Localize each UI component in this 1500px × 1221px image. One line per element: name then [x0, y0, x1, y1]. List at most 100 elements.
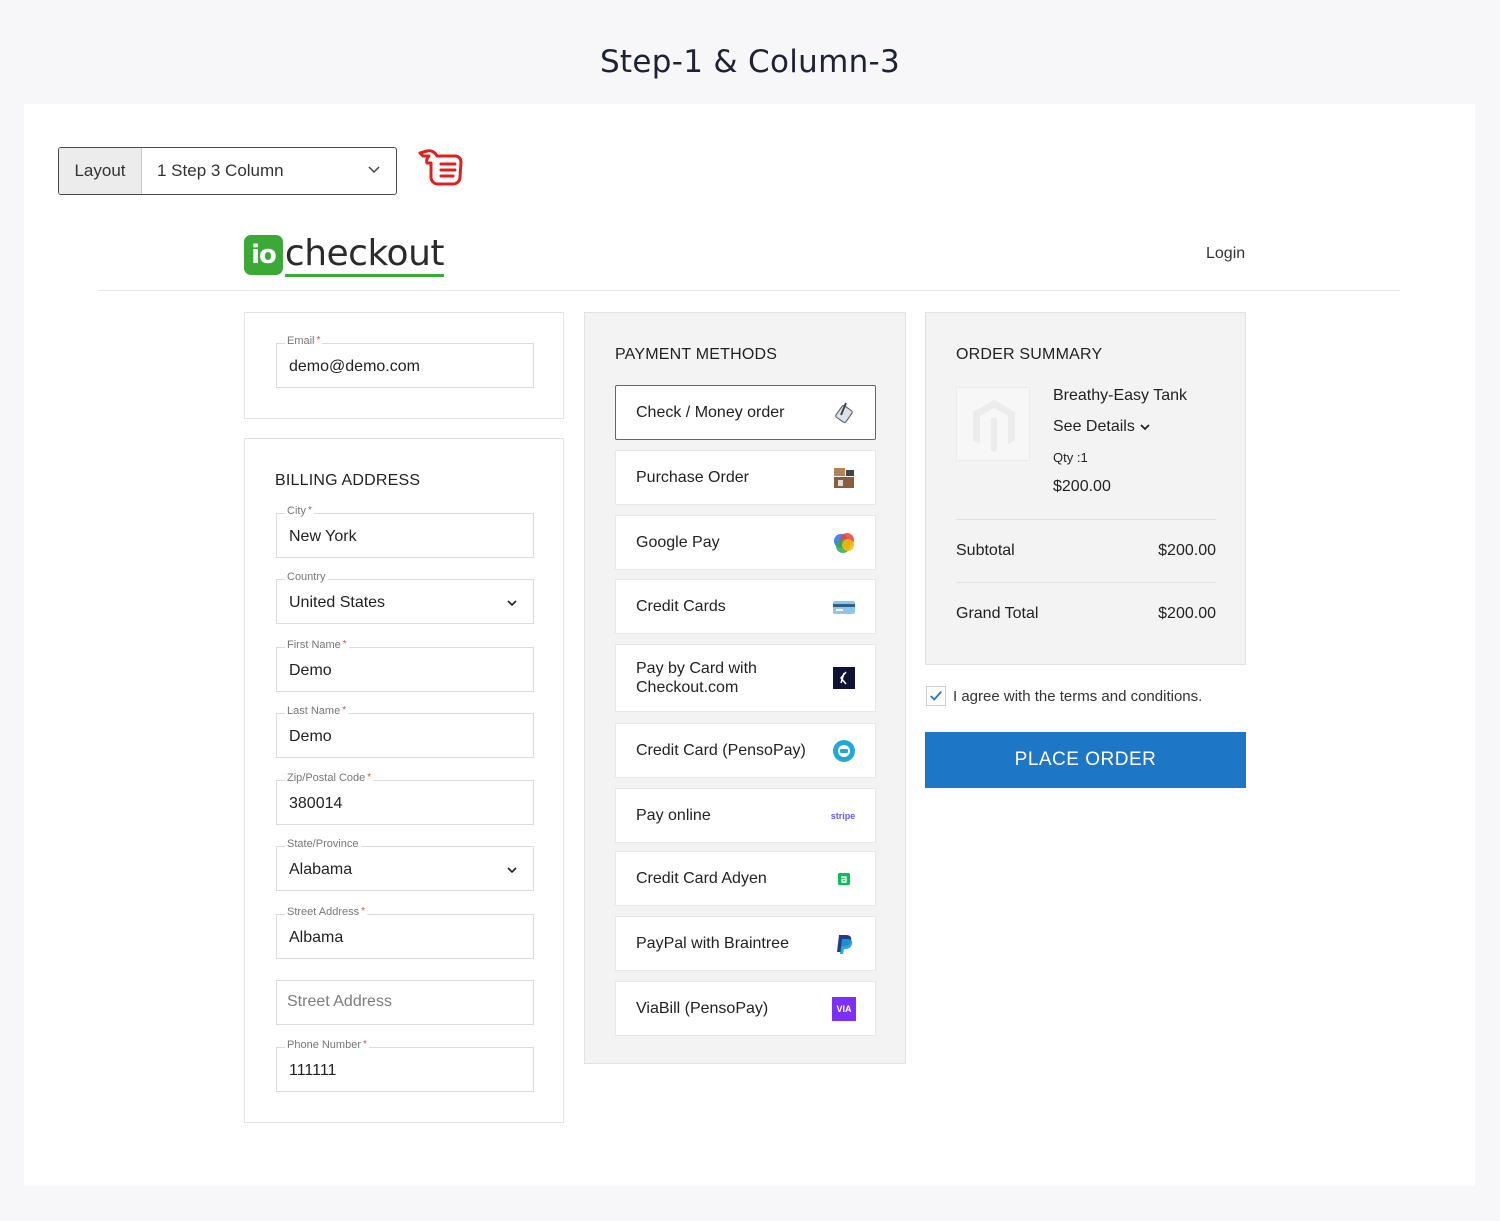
payment-option-adyen[interactable]: Credit Card Adyen: [615, 851, 876, 906]
grand-total-row: Grand Total $200.00: [956, 605, 1216, 623]
order-summary-panel: ORDER SUMMARY Breathy-Easy Tank See Deta…: [925, 312, 1246, 665]
street-address-line2-field[interactable]: Street Address: [276, 980, 534, 1025]
phone-label-text: Phone Number: [287, 1039, 361, 1051]
zip-field-value: 380014: [289, 795, 343, 812]
checkout-com-icon: [833, 667, 855, 689]
layout-select-value-text: 1 Step 3 Column: [157, 161, 284, 180]
street-address-field[interactable]: Street Address * Albama: [276, 906, 534, 959]
paypal-icon: [837, 934, 853, 954]
city-field[interactable]: City * New York: [276, 505, 534, 558]
payment-option-label: Credit Cards: [636, 598, 726, 615]
login-link[interactable]: Login: [1206, 245, 1245, 263]
qty-value: 1: [1080, 450, 1088, 465]
payment-option-viabill[interactable]: ViaBill (PensoPay) VIA: [615, 981, 876, 1036]
required-marker: *: [367, 772, 372, 783]
product-thumbnail: [956, 387, 1030, 461]
payment-option-credit-cards[interactable]: Credit Cards: [615, 579, 876, 634]
google-pay-icon: [834, 532, 854, 553]
country-select[interactable]: Country United States: [276, 571, 534, 624]
first-name-label-text: First Name: [287, 639, 341, 651]
payment-option-google-pay[interactable]: Google Pay: [615, 515, 876, 570]
payment-option-label: Check / Money order: [636, 404, 785, 421]
subtotal-label: Subtotal: [956, 542, 1015, 559]
magento-logo-icon: [973, 400, 1015, 452]
checkmark-icon: [930, 691, 942, 701]
pen-check-icon: [835, 402, 853, 423]
credit-card-icon: [833, 600, 855, 614]
last-name-field[interactable]: Last Name * Demo: [276, 705, 534, 758]
qty-label: Qty :: [1053, 450, 1081, 465]
email-panel: Email * demo@demo.com: [244, 312, 564, 419]
logo-wordmark: checkout: [284, 233, 445, 277]
country-select-value: United States: [289, 594, 386, 611]
grand-total-label: Grand Total: [956, 605, 1039, 622]
payment-option-purchase-order[interactable]: Purchase Order: [615, 450, 876, 505]
layout-select[interactable]: Layout 1 Step 3 Column: [58, 147, 397, 195]
place-order-button[interactable]: PLACE ORDER: [925, 732, 1246, 788]
adyen-icon: [838, 872, 850, 885]
stripe-icon: stripe: [830, 810, 856, 821]
street-address-field-label: Street Address *: [285, 906, 368, 918]
terms-checkbox[interactable]: [926, 686, 946, 706]
payment-option-checkout-com[interactable]: Pay by Card with Checkout.com: [615, 644, 876, 712]
required-marker: *: [342, 705, 347, 716]
city-field-value: New York: [289, 528, 357, 545]
logo-badge: io: [244, 235, 283, 275]
country-field-label: Country: [285, 571, 328, 583]
payment-title: PAYMENT METHODS: [615, 346, 778, 363]
first-name-field-value: Demo: [289, 662, 332, 679]
warehouse-icon: [834, 467, 854, 488]
chevron-down-icon: [507, 867, 517, 874]
payment-option-paypal-braintree[interactable]: PayPal with Braintree: [615, 916, 876, 971]
pensopay-icon: [833, 739, 855, 762]
street-address-label-text: Street Address: [287, 906, 360, 918]
payment-option-label: ViaBill (PensoPay): [636, 1000, 769, 1017]
product-name: Breathy-Easy Tank: [1053, 387, 1187, 404]
payment-option-label: Pay online: [636, 807, 711, 824]
payment-option-label: Credit Card Adyen: [636, 870, 767, 887]
first-name-field-label: First Name *: [285, 639, 349, 651]
payment-option-check-money-order[interactable]: Check / Money order: [615, 385, 876, 440]
checkout-preview-card: Layout 1 Step 3 Column io checkout Login…: [24, 104, 1475, 1186]
chevron-down-icon: [1140, 424, 1150, 431]
payment-option-pensopay-credit-card[interactable]: Credit Card (PensoPay): [615, 723, 876, 778]
see-details-toggle[interactable]: See Details: [1053, 418, 1152, 436]
viabill-icon: VIA: [832, 996, 856, 1021]
header-divider: [99, 290, 1400, 291]
street-address-field-value: Albama: [289, 929, 344, 946]
state-field-label: State/Province: [285, 838, 361, 850]
terms-agreement[interactable]: I agree with the terms and conditions.: [926, 686, 1202, 706]
payment-option-label: Pay by Card with Checkout.com: [636, 660, 757, 696]
email-field[interactable]: Email * demo@demo.com: [276, 335, 534, 388]
subtotal-value: $200.00: [1158, 542, 1216, 559]
product-price: $200.00: [1053, 478, 1111, 495]
zip-label-text: Zip/Postal Code: [287, 772, 366, 784]
required-marker: *: [363, 1039, 367, 1050]
email-label-text: Email: [287, 335, 315, 347]
required-marker: *: [361, 906, 366, 917]
payment-option-label: Credit Card (PensoPay): [636, 742, 806, 759]
chevron-down-icon: [368, 166, 380, 174]
payment-option-pay-online[interactable]: Pay online stripe: [615, 788, 876, 843]
payment-option-label: Purchase Order: [636, 469, 749, 486]
summary-divider: [956, 519, 1216, 520]
phone-field-value: 111111: [289, 1062, 337, 1079]
grand-total-value: $200.00: [1158, 605, 1216, 622]
chevron-down-icon: [507, 600, 517, 607]
terms-label: I agree with the terms and conditions.: [953, 687, 1203, 705]
first-name-field[interactable]: First Name * Demo: [276, 639, 534, 692]
page-title: Step-1 & Column-3: [599, 44, 901, 80]
subtotal-row: Subtotal $200.00: [956, 542, 1216, 560]
street-address-line2-placeholder: Street Address: [287, 993, 392, 1010]
zip-field[interactable]: Zip/Postal Code * 380014: [276, 772, 534, 825]
layout-select-value[interactable]: 1 Step 3 Column: [142, 148, 396, 194]
state-select[interactable]: State/Province Alabama: [276, 838, 534, 891]
iocheckout-logo[interactable]: io checkout: [244, 232, 445, 278]
payment-option-label: Google Pay: [636, 534, 720, 551]
phone-field[interactable]: Phone Number * 111111: [276, 1039, 534, 1092]
billing-panel: BILLING ADDRESS City * New York Country U…: [244, 438, 564, 1123]
city-label-text: City: [287, 505, 306, 517]
email-field-label: Email *: [285, 335, 323, 347]
last-name-field-value: Demo: [289, 728, 332, 745]
payment-option-label: PayPal with Braintree: [636, 935, 789, 952]
